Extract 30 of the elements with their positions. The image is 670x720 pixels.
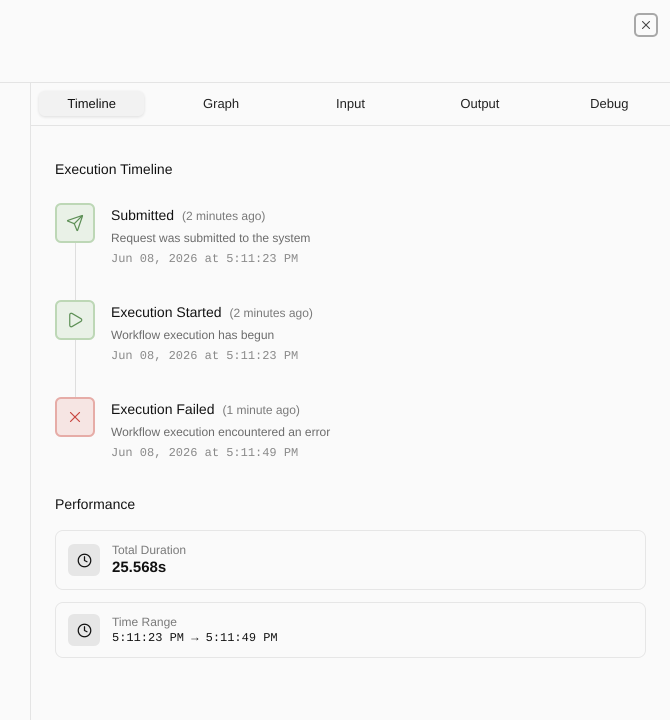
- event-title: Execution Started: [111, 303, 222, 322]
- tab[interactable]: Debug: [556, 91, 662, 116]
- section-heading: Execution Timeline: [55, 160, 173, 179]
- tab[interactable]: Output: [427, 91, 533, 116]
- event-description: Workflow execution has begun: [111, 327, 274, 344]
- cross-icon: [55, 397, 95, 437]
- event-time-ago: (2 minutes ago): [230, 305, 313, 322]
- close-icon[interactable]: [639, 18, 653, 32]
- section-heading: Performance: [55, 495, 136, 514]
- metric-value: 25.568s: [112, 558, 166, 578]
- close-button[interactable]: [634, 13, 658, 37]
- clock-icon: [68, 544, 100, 576]
- tab[interactable]: Graph: [168, 91, 274, 116]
- event-time-ago: (2 minutes ago): [182, 208, 266, 225]
- play-icon: [55, 300, 95, 340]
- event-description: Workflow execution encountered an error: [111, 424, 330, 441]
- event-title: Submitted: [111, 206, 174, 225]
- event-timestamp: Jun 08, 2026 at 5:11:23 PM: [111, 251, 298, 268]
- metric-label: Time Range: [112, 614, 177, 630]
- metric-value: 5:11:23 PM → 5:11:49 PM: [112, 630, 278, 646]
- event-time-ago: (1 minute ago): [222, 402, 300, 419]
- tab[interactable]: Input: [298, 91, 404, 116]
- clock-icon: [68, 614, 100, 646]
- event-timestamp: Jun 08, 2026 at 5:11:23 PM: [111, 348, 298, 365]
- metric-label: Total Duration: [112, 542, 186, 558]
- event-description: Request was submitted to the system: [111, 230, 310, 247]
- paper-plane-icon: [55, 203, 95, 243]
- event-title: Execution Failed: [111, 400, 215, 419]
- tab[interactable]: Timeline: [39, 91, 144, 116]
- event-timestamp: Jun 08, 2026 at 5:11:49 PM: [111, 445, 298, 462]
